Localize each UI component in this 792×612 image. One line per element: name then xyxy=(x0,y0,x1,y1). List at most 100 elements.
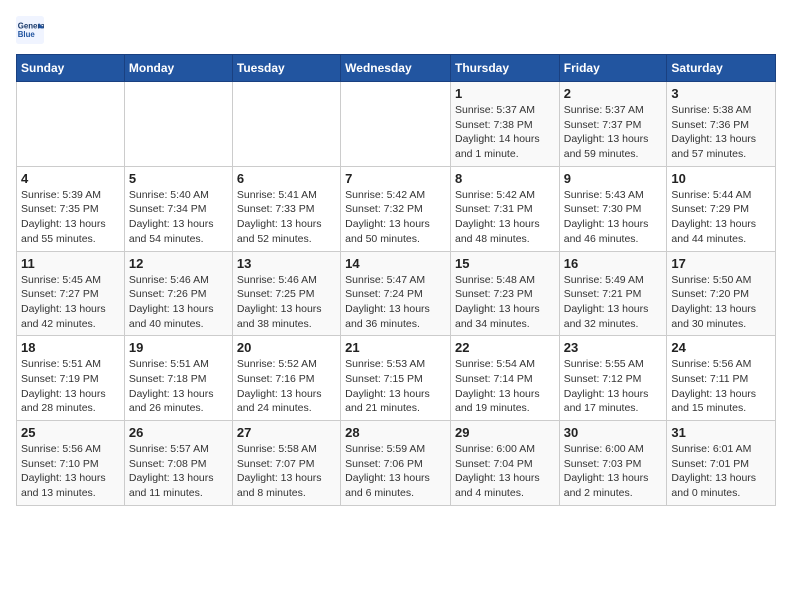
header-sunday: Sunday xyxy=(17,55,125,82)
day-number: 14 xyxy=(345,256,446,271)
calendar-cell: 12 Sunrise: 5:46 AM Sunset: 7:26 PM Dayli… xyxy=(124,251,232,336)
logo: General Blue xyxy=(16,16,48,44)
header-friday: Friday xyxy=(559,55,667,82)
calendar-cell xyxy=(341,82,451,167)
svg-text:Blue: Blue xyxy=(18,30,36,39)
day-info: Sunrise: 5:40 AM Sunset: 7:34 PM Dayligh… xyxy=(129,188,228,247)
calendar-cell: 10 Sunrise: 5:44 AM Sunset: 7:29 PM Dayli… xyxy=(667,166,776,251)
day-info: Sunrise: 5:51 AM Sunset: 7:19 PM Dayligh… xyxy=(21,357,120,416)
day-info: Sunrise: 5:58 AM Sunset: 7:07 PM Dayligh… xyxy=(237,442,336,501)
day-info: Sunrise: 5:43 AM Sunset: 7:30 PM Dayligh… xyxy=(564,188,663,247)
day-info: Sunrise: 5:37 AM Sunset: 7:38 PM Dayligh… xyxy=(455,103,555,162)
day-number: 21 xyxy=(345,340,446,355)
calendar-cell: 15 Sunrise: 5:48 AM Sunset: 7:23 PM Dayli… xyxy=(450,251,559,336)
day-info: Sunrise: 5:47 AM Sunset: 7:24 PM Dayligh… xyxy=(345,273,446,332)
day-number: 3 xyxy=(671,86,771,101)
calendar-cell: 28 Sunrise: 5:59 AM Sunset: 7:06 PM Dayli… xyxy=(341,421,451,506)
day-number: 26 xyxy=(129,425,228,440)
calendar-cell xyxy=(232,82,340,167)
day-info: Sunrise: 5:46 AM Sunset: 7:26 PM Dayligh… xyxy=(129,273,228,332)
day-number: 2 xyxy=(564,86,663,101)
day-info: Sunrise: 5:55 AM Sunset: 7:12 PM Dayligh… xyxy=(564,357,663,416)
day-info: Sunrise: 5:49 AM Sunset: 7:21 PM Dayligh… xyxy=(564,273,663,332)
day-number: 17 xyxy=(671,256,771,271)
calendar-cell: 13 Sunrise: 5:46 AM Sunset: 7:25 PM Dayli… xyxy=(232,251,340,336)
day-info: Sunrise: 5:48 AM Sunset: 7:23 PM Dayligh… xyxy=(455,273,555,332)
calendar-cell: 7 Sunrise: 5:42 AM Sunset: 7:32 PM Daylig… xyxy=(341,166,451,251)
calendar-cell: 5 Sunrise: 5:40 AM Sunset: 7:34 PM Daylig… xyxy=(124,166,232,251)
calendar-cell: 22Sunrise: 5:54 AM Sunset: 7:14 PM Dayli… xyxy=(450,336,559,421)
day-number: 25 xyxy=(21,425,120,440)
day-info: Sunrise: 5:56 AM Sunset: 7:11 PM Dayligh… xyxy=(671,357,771,416)
day-number: 28 xyxy=(345,425,446,440)
calendar-cell: 9 Sunrise: 5:43 AM Sunset: 7:30 PM Daylig… xyxy=(559,166,667,251)
calendar-cell: 1 Sunrise: 5:37 AM Sunset: 7:38 PM Daylig… xyxy=(450,82,559,167)
calendar-cell: 2 Sunrise: 5:37 AM Sunset: 7:37 PM Daylig… xyxy=(559,82,667,167)
calendar-cell: 16 Sunrise: 5:49 AM Sunset: 7:21 PM Dayli… xyxy=(559,251,667,336)
calendar-table: SundayMondayTuesdayWednesdayThursdayFrid… xyxy=(16,54,776,506)
day-number: 15 xyxy=(455,256,555,271)
calendar-cell: 31 Sunrise: 6:01 AM Sunset: 7:01 PM Dayli… xyxy=(667,421,776,506)
day-info: Sunrise: 5:57 AM Sunset: 7:08 PM Dayligh… xyxy=(129,442,228,501)
day-info: Sunrise: 6:01 AM Sunset: 7:01 PM Dayligh… xyxy=(671,442,771,501)
day-number: 23 xyxy=(564,340,663,355)
day-number: 20 xyxy=(237,340,336,355)
day-info: Sunrise: 5:39 AM Sunset: 7:35 PM Dayligh… xyxy=(21,188,120,247)
calendar-cell xyxy=(17,82,125,167)
calendar-cell: 21 Sunrise: 5:53 AM Sunset: 7:15 PM Dayli… xyxy=(341,336,451,421)
day-info: Sunrise: 5:51 AM Sunset: 7:18 PM Dayligh… xyxy=(129,357,228,416)
day-number: 19 xyxy=(129,340,228,355)
day-info: Sunrise: 5:42 AM Sunset: 7:31 PM Dayligh… xyxy=(455,188,555,247)
day-info: Sunrise: 5:42 AM Sunset: 7:32 PM Dayligh… xyxy=(345,188,446,247)
day-number: 5 xyxy=(129,171,228,186)
day-info: Sunrise: 5:59 AM Sunset: 7:06 PM Dayligh… xyxy=(345,442,446,501)
day-info: Sunrise: 5:37 AM Sunset: 7:37 PM Dayligh… xyxy=(564,103,663,162)
header-wednesday: Wednesday xyxy=(341,55,451,82)
calendar-cell: 14 Sunrise: 5:47 AM Sunset: 7:24 PM Dayli… xyxy=(341,251,451,336)
day-number: 13 xyxy=(237,256,336,271)
calendar-cell: 30 Sunrise: 6:00 AM Sunset: 7:03 PM Dayli… xyxy=(559,421,667,506)
header-saturday: Saturday xyxy=(667,55,776,82)
day-number: 7 xyxy=(345,171,446,186)
day-number: 12 xyxy=(129,256,228,271)
calendar-cell xyxy=(124,82,232,167)
day-number: 9 xyxy=(564,171,663,186)
header-tuesday: Tuesday xyxy=(232,55,340,82)
header-monday: Monday xyxy=(124,55,232,82)
day-info: Sunrise: 5:53 AM Sunset: 7:15 PM Dayligh… xyxy=(345,357,446,416)
calendar-cell: 17Sunrise: 5:50 AM Sunset: 7:20 PM Dayli… xyxy=(667,251,776,336)
calendar-cell: 24 Sunrise: 5:56 AM Sunset: 7:11 PM Dayli… xyxy=(667,336,776,421)
day-number: 16 xyxy=(564,256,663,271)
calendar-cell: 26 Sunrise: 5:57 AM Sunset: 7:08 PM Dayli… xyxy=(124,421,232,506)
calendar-cell: 3Sunrise: 5:38 AM Sunset: 7:36 PM Daylig… xyxy=(667,82,776,167)
day-info: Sunrise: 5:46 AM Sunset: 7:25 PM Dayligh… xyxy=(237,273,336,332)
day-number: 27 xyxy=(237,425,336,440)
day-info: Sunrise: 5:56 AM Sunset: 7:10 PM Dayligh… xyxy=(21,442,120,501)
day-number: 30 xyxy=(564,425,663,440)
calendar-cell: 23 Sunrise: 5:55 AM Sunset: 7:12 PM Dayli… xyxy=(559,336,667,421)
day-info: Sunrise: 6:00 AM Sunset: 7:03 PM Dayligh… xyxy=(564,442,663,501)
day-number: 29 xyxy=(455,425,555,440)
day-info: Sunrise: 5:44 AM Sunset: 7:29 PM Dayligh… xyxy=(671,188,771,247)
day-number: 4 xyxy=(21,171,120,186)
calendar-cell: 25 Sunrise: 5:56 AM Sunset: 7:10 PM Dayli… xyxy=(17,421,125,506)
day-number: 24 xyxy=(671,340,771,355)
day-number: 11 xyxy=(21,256,120,271)
calendar-cell: 11Sunrise: 5:45 AM Sunset: 7:27 PM Dayli… xyxy=(17,251,125,336)
calendar-cell: 27 Sunrise: 5:58 AM Sunset: 7:07 PM Dayli… xyxy=(232,421,340,506)
calendar-cell: 6Sunrise: 5:41 AM Sunset: 7:33 PM Daylig… xyxy=(232,166,340,251)
day-number: 10 xyxy=(671,171,771,186)
day-info: Sunrise: 5:41 AM Sunset: 7:33 PM Dayligh… xyxy=(237,188,336,247)
day-number: 1 xyxy=(455,86,555,101)
day-info: Sunrise: 6:00 AM Sunset: 7:04 PM Dayligh… xyxy=(455,442,555,501)
calendar-cell: 29 Sunrise: 6:00 AM Sunset: 7:04 PM Dayli… xyxy=(450,421,559,506)
calendar-cell: 4 Sunrise: 5:39 AM Sunset: 7:35 PM Daylig… xyxy=(17,166,125,251)
header-thursday: Thursday xyxy=(450,55,559,82)
logo-icon: General Blue xyxy=(16,16,44,44)
calendar-cell: 18 Sunrise: 5:51 AM Sunset: 7:19 PM Dayli… xyxy=(17,336,125,421)
calendar-cell: 8Sunrise: 5:42 AM Sunset: 7:31 PM Daylig… xyxy=(450,166,559,251)
day-number: 18 xyxy=(21,340,120,355)
day-number: 22 xyxy=(455,340,555,355)
day-number: 31 xyxy=(671,425,771,440)
calendar-cell: 20Sunrise: 5:52 AM Sunset: 7:16 PM Dayli… xyxy=(232,336,340,421)
